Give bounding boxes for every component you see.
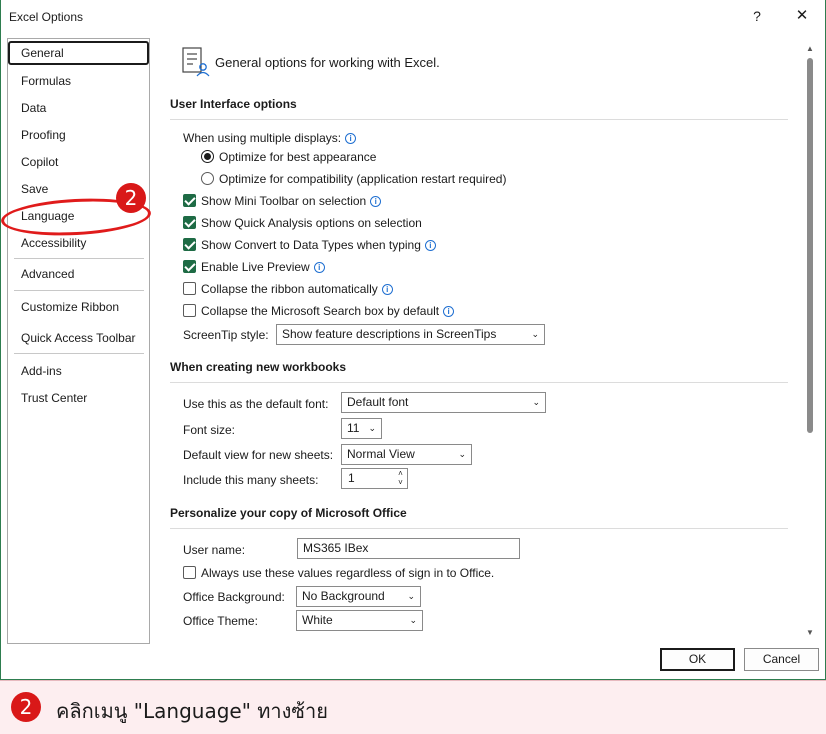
stepper-arrows-icon[interactable]: ˄ ˅	[396, 469, 405, 487]
step-badge: 2	[116, 183, 146, 213]
ok-button[interactable]: OK	[660, 648, 735, 671]
sidebar-item-proofing[interactable]: Proofing	[8, 123, 149, 147]
user-name-input[interactable]: MS365 IBex	[297, 538, 520, 559]
default-view-select[interactable]: Normal View ⌄	[341, 444, 472, 465]
enable-live-preview-label: Enable Live Preview i	[201, 260, 325, 274]
sidebar-item-general[interactable]: General	[8, 41, 149, 65]
always-use-values-label: Always use these values regardless of si…	[201, 566, 495, 580]
always-use-values-checkbox[interactable]	[183, 566, 196, 579]
step-badge: 2	[11, 692, 41, 722]
collapse-search-checkbox[interactable]	[183, 304, 196, 317]
show-quick-analysis-checkbox[interactable]	[183, 216, 196, 229]
content-scrollbar[interactable]: ▲ ▼	[803, 42, 817, 640]
info-icon: i	[313, 262, 325, 273]
radio-best-appearance[interactable]	[201, 150, 214, 163]
font-size-label: Font size:	[183, 423, 236, 437]
general-options-icon	[182, 47, 210, 77]
sheets-count-label: Include this many sheets:	[183, 473, 319, 487]
office-theme-label: Office Theme:	[183, 614, 258, 628]
show-mini-toolbar-checkbox[interactable]	[183, 194, 196, 207]
collapse-ribbon-label: Collapse the ribbon automatically i	[201, 282, 393, 296]
help-button[interactable]: ?	[747, 6, 767, 26]
close-button[interactable]: ✕	[791, 6, 813, 26]
default-font-label: Use this as the default font:	[183, 397, 329, 411]
sidebar-item-add-ins[interactable]: Add-ins	[8, 359, 149, 383]
sidebar-item-trust-center[interactable]: Trust Center	[8, 386, 149, 410]
excel-options-dialog: Excel Options ? ✕ General Formulas Data …	[0, 0, 826, 680]
show-mini-toolbar-label: Show Mini Toolbar on selection i	[201, 194, 382, 208]
scrollbar-thumb[interactable]	[807, 58, 813, 433]
section-divider	[170, 119, 788, 120]
radio-compatibility[interactable]	[201, 172, 214, 185]
info-icon: i	[424, 240, 436, 251]
sidebar-item-formulas[interactable]: Formulas	[8, 69, 149, 93]
instruction-footer: 2 คลิกเมนู "Language" ทางซ้าย	[0, 680, 826, 734]
sidebar-divider	[14, 290, 144, 291]
sidebar-item-customize-ribbon[interactable]: Customize Ribbon	[8, 295, 149, 319]
sidebar-item-quick-access-toolbar[interactable]: Quick Access Toolbar	[8, 326, 149, 350]
sidebar-item-data[interactable]: Data	[8, 96, 149, 120]
radio-best-appearance-label: Optimize for best appearance	[219, 150, 377, 164]
radio-compatibility-label: Optimize for compatibility (application …	[219, 172, 507, 186]
sidebar-divider	[14, 353, 144, 354]
info-icon: i	[345, 133, 357, 144]
chevron-down-icon: ⌄	[407, 591, 415, 601]
info-icon: i	[381, 284, 393, 295]
screentip-style-label: ScreenTip style:	[183, 328, 269, 342]
show-quick-analysis-label: Show Quick Analysis options on selection	[201, 216, 422, 230]
multiple-displays-label: When using multiple displays: i	[183, 131, 357, 145]
dialog-title: Excel Options	[9, 10, 84, 24]
sidebar-item-advanced[interactable]: Advanced	[8, 262, 149, 286]
scroll-up-icon[interactable]: ▲	[805, 44, 815, 53]
office-background-select[interactable]: No Background ⌄	[296, 586, 421, 607]
default-view-label: Default view for new sheets:	[183, 448, 334, 462]
ui-section-title: User Interface options	[170, 97, 297, 111]
info-icon: i	[443, 306, 455, 317]
font-size-select[interactable]: 11 ⌄	[341, 418, 382, 439]
chevron-down-icon: ⌄	[532, 397, 540, 407]
section-divider	[170, 382, 788, 383]
personalize-section-title: Personalize your copy of Microsoft Offic…	[170, 506, 407, 520]
sidebar-item-copilot[interactable]: Copilot	[8, 150, 149, 174]
workbooks-section-title: When creating new workbooks	[170, 360, 347, 374]
sheets-count-stepper[interactable]: 1 ˄ ˅	[341, 468, 408, 489]
user-name-label: User name:	[183, 543, 246, 557]
options-content: General options for working with Excel. …	[161, 38, 801, 642]
show-convert-data-types-checkbox[interactable]	[183, 238, 196, 251]
chevron-down-icon: ⌄	[368, 423, 376, 433]
enable-live-preview-checkbox[interactable]	[183, 260, 196, 273]
office-background-label: Office Background:	[183, 590, 285, 604]
screentip-style-select[interactable]: Show feature descriptions in ScreenTips ⌄	[276, 324, 545, 345]
chevron-down-icon: ⌄	[409, 615, 417, 625]
office-theme-select[interactable]: White ⌄	[296, 610, 423, 631]
info-icon: i	[370, 196, 382, 207]
collapse-ribbon-checkbox[interactable]	[183, 282, 196, 295]
chevron-down-icon: ⌄	[458, 449, 466, 459]
collapse-search-label: Collapse the Microsoft Search box by def…	[201, 304, 455, 318]
scroll-down-icon[interactable]: ▼	[805, 628, 815, 637]
chevron-down-icon: ⌄	[531, 329, 539, 339]
default-font-select[interactable]: Default font ⌄	[341, 392, 546, 413]
cancel-button[interactable]: Cancel	[744, 648, 819, 671]
sidebar-divider	[14, 258, 144, 259]
page-header: General options for working with Excel.	[215, 55, 440, 70]
options-sidebar: General Formulas Data Proofing Copilot S…	[7, 38, 150, 644]
title-bar: Excel Options ? ✕	[1, 0, 826, 34]
show-convert-data-types-label: Show Convert to Data Types when typing i	[201, 238, 436, 252]
section-divider	[170, 528, 788, 529]
instruction-text: คลิกเมนู "Language" ทางซ้าย	[56, 699, 328, 723]
